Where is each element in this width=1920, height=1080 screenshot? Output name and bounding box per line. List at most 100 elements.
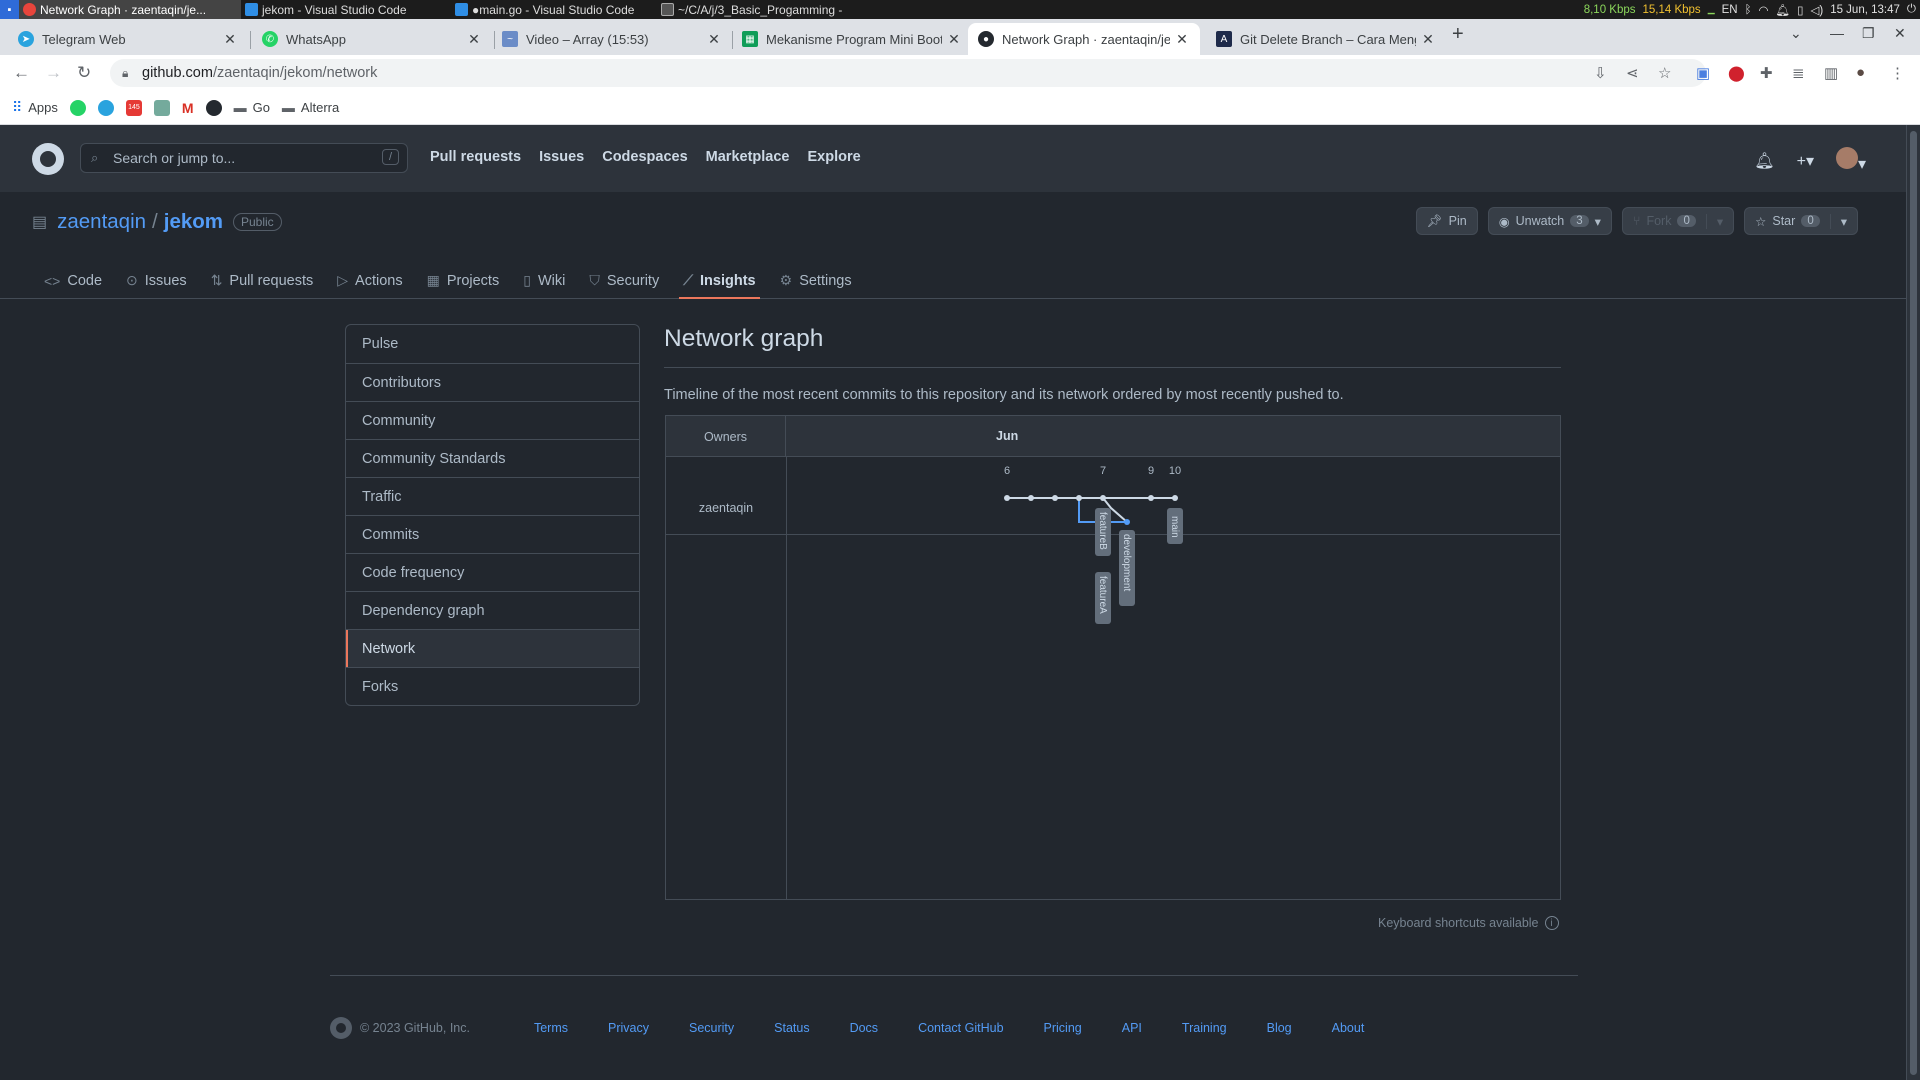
nav-pull-requests[interactable]: Pull requests — [430, 149, 521, 165]
github-logo-icon[interactable] — [330, 1017, 352, 1039]
user-menu[interactable]: ▾ — [1835, 147, 1866, 174]
tab-actions[interactable]: ▷ Actions — [325, 262, 414, 299]
wifi-icon[interactable]: ◠ — [1759, 3, 1769, 17]
bookmark-gmail[interactable]: M — [182, 100, 194, 116]
footer-link-about[interactable]: About — [1332, 1021, 1365, 1035]
close-window-icon[interactable]: ✕ — [1894, 25, 1906, 42]
sidebar-item-traffic[interactable]: Traffic — [346, 477, 639, 515]
sidebar-item-code-frequency[interactable]: Code frequency — [346, 553, 639, 591]
nav-codespaces[interactable]: Codespaces — [602, 149, 687, 165]
taskbar-task-chrome[interactable]: Network Graph · zaentaqin/je... — [19, 0, 241, 19]
commit-dot[interactable] — [1052, 495, 1058, 501]
browser-tab[interactable]: ✆ WhatsApp ✕ — [252, 23, 492, 55]
star-button[interactable]: ☆ Star 0 ▾ — [1744, 207, 1858, 235]
close-tab-icon[interactable]: ✕ — [1420, 31, 1436, 48]
unwatch-button[interactable]: ◉ Unwatch 3 ▾ — [1487, 207, 1612, 235]
footer-link-terms[interactable]: Terms — [534, 1021, 568, 1035]
commit-dot[interactable] — [1172, 495, 1178, 501]
page-scrollbar[interactable] — [1906, 125, 1920, 1080]
tab-projects[interactable]: ▦ Projects — [415, 262, 512, 299]
bookmark-youtube[interactable]: 145 — [125, 99, 142, 116]
commit-dot[interactable] — [1028, 495, 1034, 501]
commit-dot[interactable] — [1004, 495, 1010, 501]
sidebar-item-contributors[interactable]: Contributors — [346, 363, 639, 401]
github-logo-icon[interactable] — [32, 143, 64, 175]
pin-button[interactable]: 📌︎ Pin — [1415, 207, 1478, 235]
keyboard-shortcuts-hint[interactable]: Keyboard shortcuts available i — [1378, 916, 1559, 930]
commit-dot[interactable] — [1076, 495, 1082, 501]
footer-link-status[interactable]: Status — [774, 1021, 809, 1035]
tab-search-icon[interactable]: ⌄ — [1790, 25, 1802, 42]
close-tab-icon[interactable]: ✕ — [1174, 31, 1190, 48]
tab-wiki[interactable]: ▯ Wiki — [511, 262, 577, 299]
sidebar-item-network[interactable]: Network — [346, 629, 639, 667]
sidebar-item-dependency-graph[interactable]: Dependency graph — [346, 591, 639, 629]
power-icon[interactable]: ⏻ — [1907, 3, 1916, 16]
commit-dot[interactable] — [1100, 495, 1106, 501]
clock[interactable]: 15 Jun, 13:47 — [1830, 4, 1900, 16]
browser-tab[interactable]: ➤ Telegram Web ✕ — [8, 23, 248, 55]
close-tab-icon[interactable]: ✕ — [222, 31, 238, 48]
commit-dot[interactable] — [1148, 495, 1154, 501]
extensions-puzzle-icon[interactable]: ✚ — [1760, 64, 1773, 82]
bookmark-folder-alterra[interactable]: ▬ Alterra — [282, 100, 339, 115]
profile-avatar-icon[interactable]: ● — [1856, 64, 1865, 81]
close-tab-icon[interactable]: ✕ — [466, 31, 482, 48]
chevron-down-icon[interactable]: ▾ — [1705, 213, 1723, 229]
restore-icon[interactable]: ❐ — [1862, 25, 1875, 42]
close-tab-icon[interactable]: ✕ — [946, 31, 962, 48]
forward-icon[interactable]: → — [45, 63, 62, 83]
bookmark-whatsapp[interactable] — [69, 99, 86, 116]
footer-link-blog[interactable]: Blog — [1267, 1021, 1292, 1035]
bookmark-chatgpt[interactable] — [153, 99, 170, 116]
volume-icon[interactable]: ◁) — [1811, 3, 1824, 17]
footer-link-contact[interactable]: Contact GitHub — [918, 1021, 1003, 1035]
start-menu-icon[interactable]: ▪ — [0, 0, 19, 19]
notifications-bell-icon[interactable]: 🔔︎ — [1754, 151, 1774, 171]
install-icon[interactable]: ⇩ — [1594, 64, 1607, 82]
opera-extension-icon[interactable]: ⬤ — [1728, 64, 1745, 82]
network-graph[interactable]: Owners Jun zaentaqin 6 7 9 10 featureB f… — [665, 415, 1561, 900]
tab-pull-requests[interactable]: ⇅ Pull requests — [199, 262, 326, 299]
browser-tab-active[interactable]: ● Network Graph · zaentaqin/jek ✕ — [968, 23, 1200, 55]
bookmark-github[interactable] — [205, 99, 222, 116]
tab-insights[interactable]: ⟋ Insights — [671, 262, 767, 299]
translate-extension-icon[interactable]: ▣ — [1696, 64, 1710, 82]
chevron-down-icon[interactable]: ▾ — [1829, 213, 1847, 229]
footer-link-training[interactable]: Training — [1182, 1021, 1227, 1035]
footer-link-privacy[interactable]: Privacy — [608, 1021, 649, 1035]
reading-list-icon[interactable]: ≣ — [1792, 64, 1805, 82]
commit-dot[interactable] — [1124, 519, 1130, 525]
taskbar-task-vscode-main[interactable]: ●main.go - Visual Studio Code — [451, 0, 657, 19]
side-panel-icon[interactable]: ▥ — [1824, 64, 1838, 82]
sidebar-item-community[interactable]: Community — [346, 401, 639, 439]
new-tab-button[interactable]: + — [1452, 23, 1464, 46]
sidebar-item-commits[interactable]: Commits — [346, 515, 639, 553]
scrollbar-thumb[interactable] — [1910, 131, 1917, 1075]
taskbar-task-vscode[interactable]: jekom - Visual Studio Code — [241, 0, 451, 19]
lock-icon[interactable]: 🔒︎ — [122, 66, 128, 81]
footer-link-api[interactable]: API — [1122, 1021, 1142, 1035]
sidebar-item-community-standards[interactable]: Community Standards — [346, 439, 639, 477]
repo-owner-link[interactable]: zaentaqin — [57, 210, 146, 234]
bookmark-apps[interactable]: ⠿ Apps — [12, 99, 58, 116]
tab-settings[interactable]: ⚙ Settings — [768, 262, 864, 299]
search-input[interactable]: ⌕ Search or jump to... / — [80, 143, 408, 173]
footer-link-docs[interactable]: Docs — [850, 1021, 878, 1035]
close-tab-icon[interactable]: ✕ — [706, 31, 722, 48]
bookmark-telegram[interactable] — [97, 99, 114, 116]
browser-tab[interactable]: ~ Video – Array (15:53) ✕ — [492, 23, 732, 55]
browser-tab[interactable]: A Git Delete Branch – Cara Meng ✕ — [1206, 23, 1446, 55]
create-new-plus-icon[interactable]: +▾ — [1797, 151, 1814, 171]
bell-icon[interactable]: 🔔︎ — [1776, 3, 1791, 17]
share-icon[interactable]: ⋖ — [1626, 64, 1639, 82]
nav-explore[interactable]: Explore — [807, 149, 860, 165]
bluetooth-icon[interactable]: ᛒ — [1745, 4, 1752, 16]
browser-menu-icon[interactable]: ⋮ — [1890, 64, 1905, 82]
fork-button[interactable]: ⑂ Fork 0 ▾ — [1621, 207, 1735, 235]
nav-issues[interactable]: Issues — [539, 149, 584, 165]
taskbar-task-terminal[interactable]: ~/C/A/j/3_Basic_Progamming - — [657, 0, 857, 19]
minimize-icon[interactable]: — — [1830, 25, 1844, 41]
repo-name-link[interactable]: jekom — [164, 210, 223, 234]
bookmark-star-icon[interactable]: ☆ — [1658, 64, 1671, 82]
